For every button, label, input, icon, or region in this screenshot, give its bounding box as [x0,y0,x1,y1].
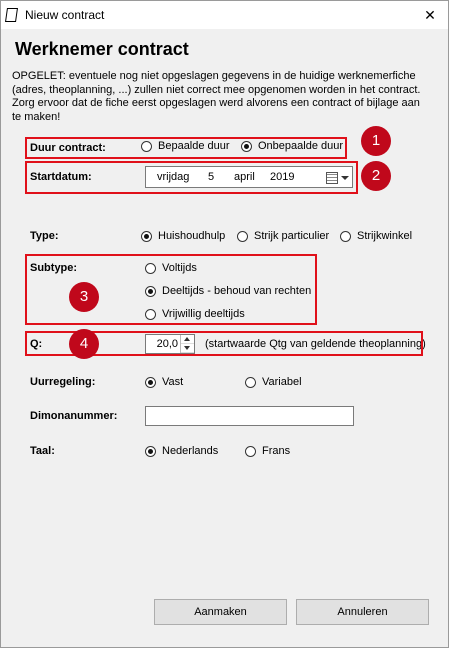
radio-label: Vast [162,376,184,388]
radio-huishoudhulp[interactable]: Huishoudhulp [141,230,225,242]
radio-indicator [340,231,351,242]
radio-label: Frans [262,445,291,457]
page-title: Werknemer contract [15,39,189,59]
annotation-box-3 [25,254,317,325]
annotation-badge-2: 2 [361,161,391,191]
window-title: Nieuw contract [25,8,105,22]
radio-indicator [245,446,256,457]
radio-indicator [145,446,156,457]
annotation-badge-3: 3 [69,282,99,312]
annotation-badge-4: 4 [69,329,99,359]
close-icon[interactable]: ✕ [412,1,448,29]
annotation-badge-1: 1 [361,126,391,156]
radio-label: Huishoudhulp [158,230,226,242]
radio-nederlands[interactable]: Nederlands [145,445,218,457]
radio-strijkwinkel[interactable]: Strijkwinkel [340,230,412,242]
radio-indicator [237,231,248,242]
dialog-window: Nieuw contract ✕ Werknemer contract OPGE… [0,0,449,648]
title-bar: Nieuw contract ✕ [1,1,448,29]
taal-label: Taal: [30,445,55,457]
annotation-box-1 [25,137,347,159]
dimonanummer-field[interactable] [145,406,354,426]
radio-vast[interactable]: Vast [145,376,183,388]
radio-label: Strijkwinkel [357,230,413,242]
dimonanummer-label: Dimonanummer: [30,410,118,422]
create-button[interactable]: Aanmaken [154,599,287,625]
radio-label: Nederlands [162,445,219,457]
radio-indicator [145,377,156,388]
radio-label: Variabel [262,376,302,388]
radio-variabel[interactable]: Variabel [245,376,302,388]
uurregeling-label: Uurregeling: [30,376,96,388]
document-icon [5,8,18,22]
radio-frans[interactable]: Frans [245,445,290,457]
type-label: Type: [30,230,59,242]
radio-indicator [141,231,152,242]
annotation-box-2 [25,161,358,194]
radio-indicator [245,377,256,388]
radio-strijk-particulier[interactable]: Strijk particulier [237,230,329,242]
radio-label: Strijk particulier [254,230,330,242]
warning-text: OPGELET: eventuele nog niet opgeslagen g… [12,70,421,123]
cancel-button[interactable]: Annuleren [296,599,429,625]
